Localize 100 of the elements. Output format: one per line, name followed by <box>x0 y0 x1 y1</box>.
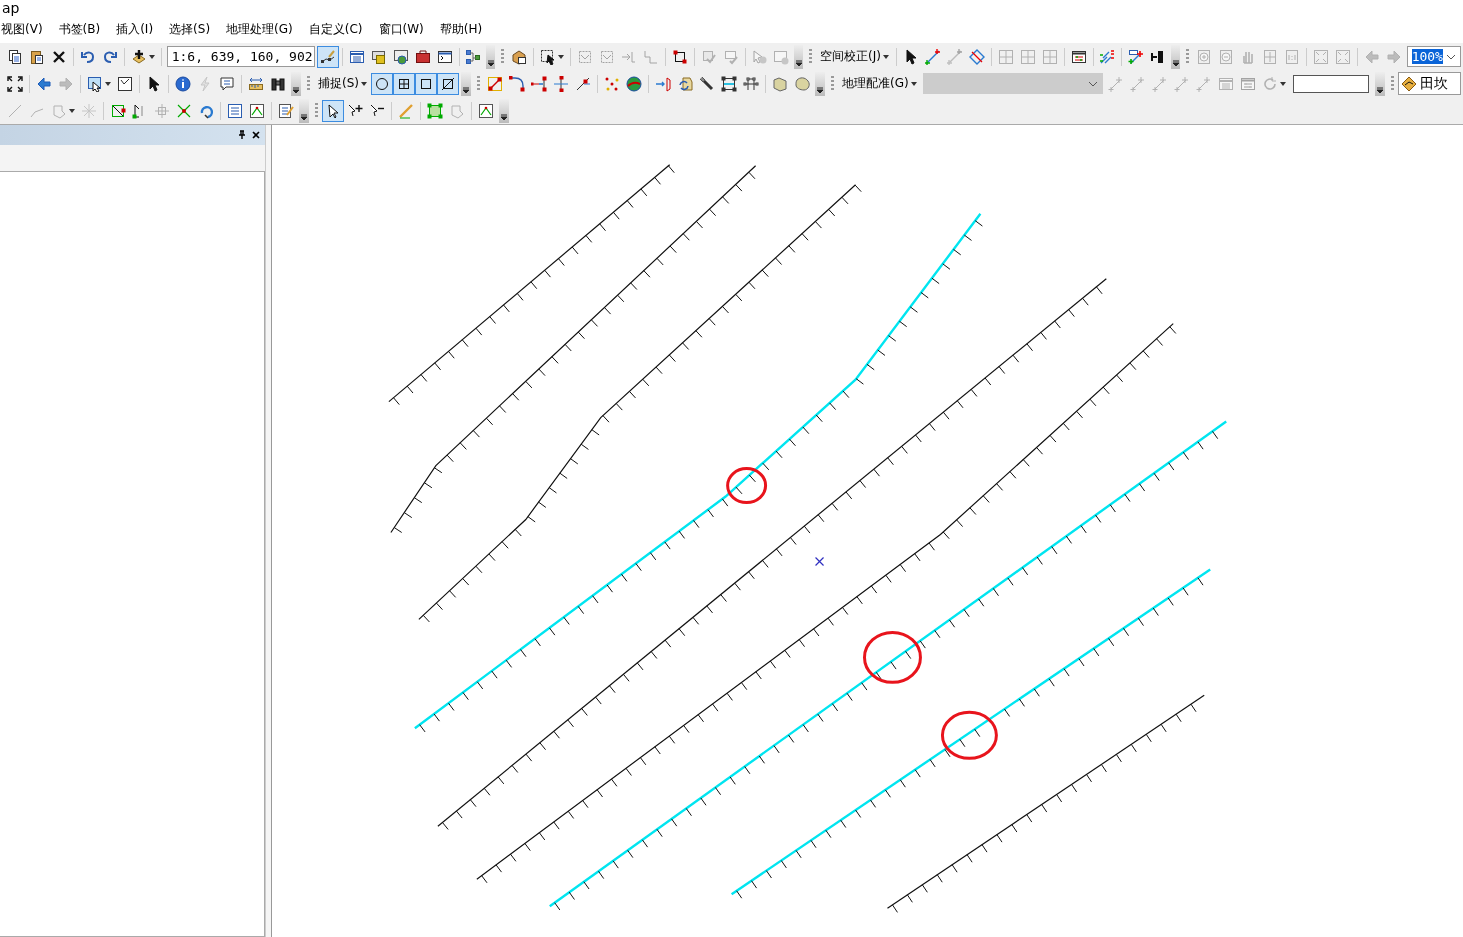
grip-handle[interactable] <box>809 48 812 65</box>
toolbar-options-button[interactable] <box>499 98 509 123</box>
caret-icon[interactable] <box>361 81 367 86</box>
table-icon[interactable] <box>348 48 365 65</box>
menu-item[interactable]: 插入(I) <box>116 21 162 38</box>
select-rectangle-icon[interactable] <box>87 75 103 92</box>
grip-handle[interactable] <box>1390 75 1394 92</box>
select-features-icon[interactable] <box>539 48 556 65</box>
close-icon[interactable] <box>251 130 261 140</box>
menu-item[interactable]: 窗口(W) <box>378 21 432 38</box>
vertex-select-icon[interactable] <box>427 102 443 119</box>
extend-icon[interactable] <box>531 75 547 92</box>
layer-dropdown[interactable]: 田坎 <box>1397 72 1461 95</box>
square-diagonal-icon <box>440 75 456 92</box>
grip-handle[interactable] <box>307 75 310 92</box>
properties-icon[interactable] <box>278 102 294 119</box>
overflow-arrow-icon <box>486 58 495 67</box>
command-window-icon[interactable] <box>436 48 453 65</box>
dropdown-field[interactable]: 100% <box>1406 46 1462 67</box>
cut-line-icon[interactable] <box>575 75 591 92</box>
toolbar-options-button[interactable] <box>1374 71 1385 96</box>
caret-icon[interactable] <box>148 54 155 59</box>
pin-icon[interactable] <box>237 130 247 140</box>
sketch-icon[interactable] <box>249 102 265 119</box>
node-grid-icon[interactable] <box>743 75 759 92</box>
line-selected-icon[interactable] <box>487 75 503 92</box>
undo-icon[interactable] <box>79 48 96 65</box>
info-icon[interactable] <box>175 75 191 92</box>
grid-square-button[interactable] <box>393 72 415 95</box>
rounded-polygon-icon[interactable] <box>794 75 810 92</box>
ruler-icon[interactable] <box>248 75 264 92</box>
edit-tool-button[interactable] <box>322 99 344 122</box>
search-window-icon[interactable] <box>392 48 409 65</box>
refresh-icon[interactable] <box>677 75 693 92</box>
toolbar-options-button[interactable] <box>1171 44 1181 69</box>
toolbar-options-button[interactable] <box>461 71 471 96</box>
delete-vertex-icon[interactable] <box>369 102 385 119</box>
redo-icon[interactable] <box>101 48 118 65</box>
binoculars-icon[interactable] <box>270 75 286 92</box>
fillet-icon[interactable] <box>509 75 525 92</box>
circle-button[interactable] <box>371 72 393 95</box>
clipboard-icon[interactable] <box>29 48 45 65</box>
cross-point-icon[interactable] <box>176 102 192 119</box>
toolbar-options-button[interactable] <box>291 71 301 96</box>
trim-icon[interactable] <box>553 75 569 92</box>
frame-icon[interactable] <box>721 75 737 92</box>
caret-icon[interactable] <box>557 54 564 59</box>
link-table-icon[interactable] <box>1070 48 1087 65</box>
square-button[interactable] <box>415 72 437 95</box>
toolbox-icon[interactable] <box>414 48 431 65</box>
flowchart-icon[interactable] <box>465 48 482 65</box>
add-data-icon[interactable] <box>130 48 147 65</box>
caret-icon[interactable] <box>105 81 111 86</box>
delete-icon[interactable] <box>51 48 67 65</box>
attributes-icon[interactable] <box>227 102 243 119</box>
overflow-arrow-icon <box>500 112 508 121</box>
full-extent-icon[interactable] <box>7 75 23 92</box>
pencil-line-button[interactable] <box>316 45 339 68</box>
popup-icon[interactable] <box>219 75 235 92</box>
copy-icon[interactable] <box>7 48 23 65</box>
dropdown-field[interactable]: 1:6, 639, 160, 902 <box>166 46 315 67</box>
sketch-icon[interactable] <box>478 102 494 119</box>
pointer-icon[interactable] <box>146 75 162 92</box>
link-plus-icon[interactable] <box>1128 48 1145 65</box>
menu-item[interactable]: 自定义(C) <box>308 21 371 38</box>
catalog-icon[interactable] <box>370 48 387 65</box>
caret-icon[interactable] <box>882 54 889 59</box>
new-link-icon[interactable] <box>924 48 941 65</box>
menu-item[interactable]: 选择(S) <box>169 21 219 38</box>
back-arrow-icon[interactable] <box>36 75 52 92</box>
box-icon[interactable] <box>511 48 527 65</box>
chevron-icon[interactable] <box>1446 53 1457 60</box>
multiple-links-icon[interactable] <box>1099 48 1116 65</box>
square-diagonal-button[interactable] <box>437 72 459 95</box>
vertex-square-icon[interactable] <box>671 48 688 65</box>
polygon-icon[interactable] <box>772 75 788 92</box>
clear-selection-icon[interactable] <box>117 75 133 92</box>
grip-handle[interactable] <box>1186 48 1189 65</box>
menu-item[interactable]: 地理处理(G) <box>226 21 301 38</box>
toolbar-menu[interactable]: 地理配准(G) <box>838 75 921 92</box>
toolbar-menu[interactable]: 空间校正(J) <box>815 48 893 65</box>
toolbar-menu[interactable]: 捕捉(S) <box>314 75 371 92</box>
add-vertex-icon[interactable] <box>347 102 363 119</box>
grip-handle[interactable] <box>315 102 318 119</box>
globe-icon[interactable] <box>626 75 642 92</box>
points-icon[interactable] <box>604 75 620 92</box>
toolbar-options-button[interactable] <box>486 44 496 69</box>
menu-item[interactable]: 帮助(H) <box>439 21 491 38</box>
grip-handle[interactable] <box>477 75 480 92</box>
caret-icon[interactable] <box>910 81 917 86</box>
grip-handle[interactable] <box>501 48 504 65</box>
menu-item[interactable]: 书签(B) <box>58 21 109 38</box>
menu-item[interactable]: 视图(V) <box>1 21 51 38</box>
grip-handle[interactable] <box>831 75 834 92</box>
transfer-icon[interactable] <box>655 75 671 92</box>
toolbar-options-button[interactable] <box>815 71 825 96</box>
input-field[interactable] <box>1292 74 1369 93</box>
toolbar-options-button[interactable] <box>794 44 804 69</box>
center-cross-icon <box>814 556 825 567</box>
toolbar-options-button[interactable] <box>299 98 309 123</box>
